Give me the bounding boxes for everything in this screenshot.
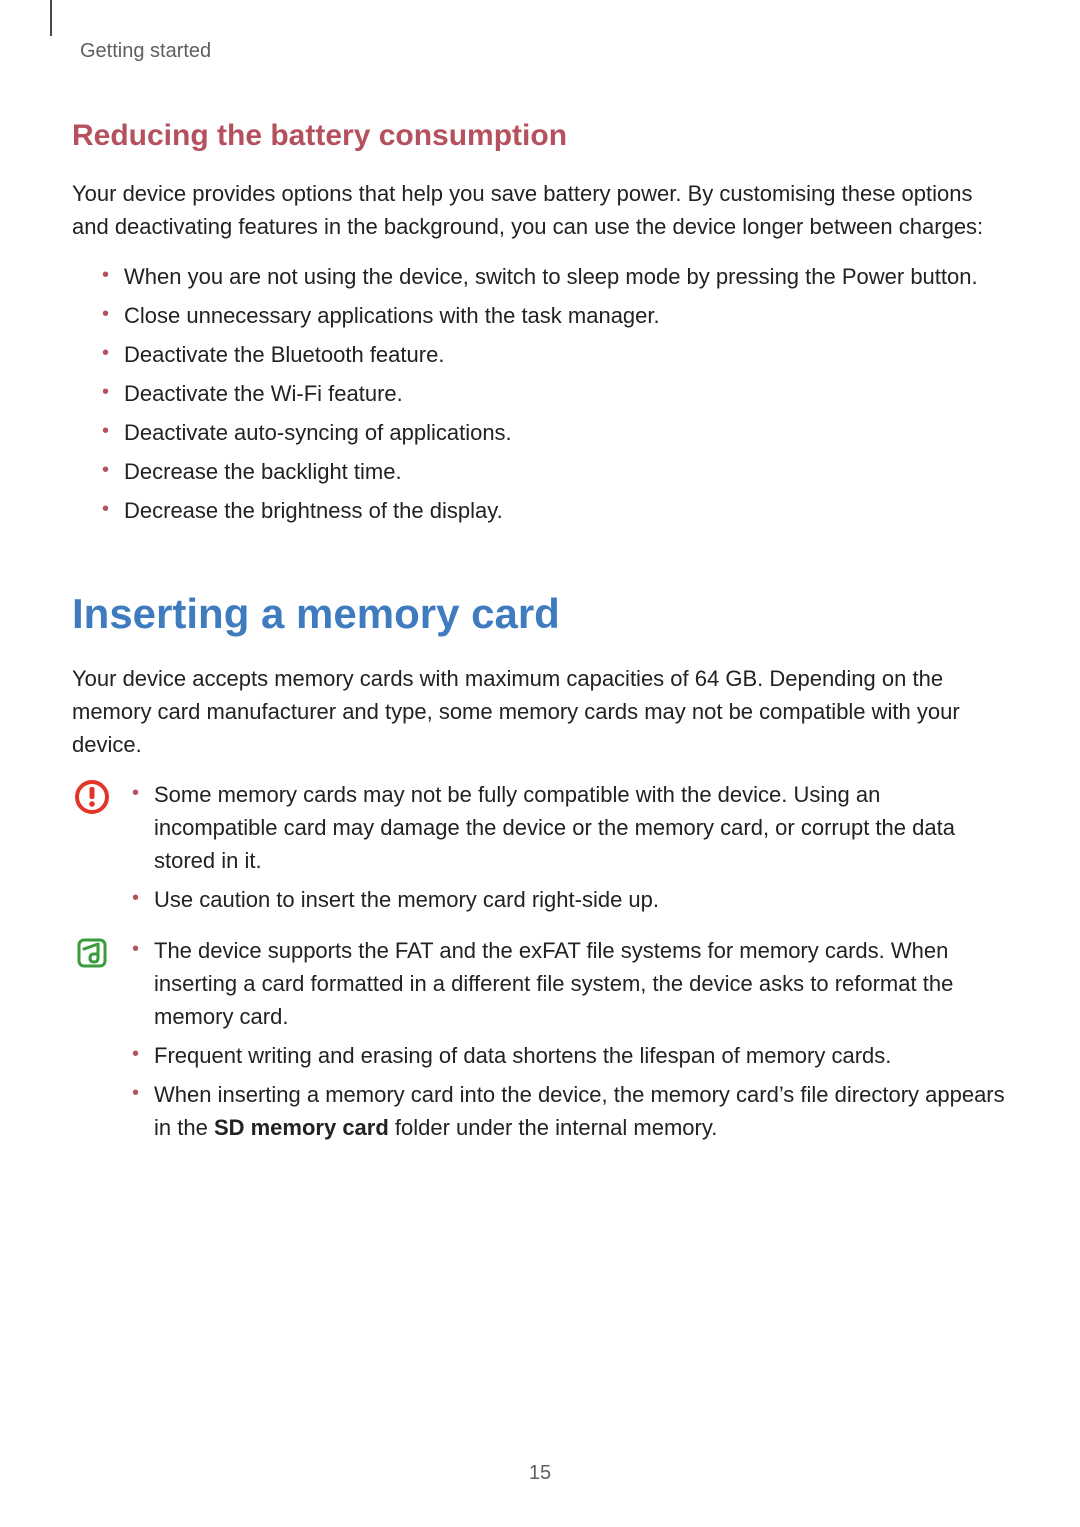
list-item: Frequent writing and erasing of data sho… <box>132 1036 1008 1075</box>
margin-tick <box>50 0 52 36</box>
heading-memory-card: Inserting a memory card <box>72 590 1008 638</box>
list-item: When you are not using the device, switc… <box>102 257 1008 296</box>
breadcrumb: Getting started <box>80 40 1008 63</box>
intro-battery: Your device provides options that help y… <box>72 177 1008 243</box>
list-item: Deactivate auto-syncing of applications. <box>102 413 1008 452</box>
list-item: Deactivate the Wi-Fi feature. <box>102 374 1008 413</box>
list-item: Close unnecessary applications with the … <box>102 296 1008 335</box>
note-icon <box>74 935 110 1147</box>
list-item: The device supports the FAT and the exFA… <box>132 931 1008 1036</box>
note-callout: The device supports the FAT and the exFA… <box>72 931 1008 1147</box>
list-item: Decrease the brightness of the display. <box>102 491 1008 530</box>
note-text-suffix: folder under the internal memory. <box>389 1115 718 1140</box>
list-item: Use caution to insert the memory card ri… <box>132 880 1008 919</box>
note-text-bold: SD memory card <box>214 1115 389 1140</box>
list-item: When inserting a memory card into the de… <box>132 1075 1008 1147</box>
list-item: Some memory cards may not be fully compa… <box>132 775 1008 880</box>
list-item: Decrease the backlight time. <box>102 452 1008 491</box>
heading-battery: Reducing the battery consumption <box>72 119 1008 153</box>
page-body: Getting started Reducing the battery con… <box>0 0 1080 1147</box>
intro-memory-card: Your device accepts memory cards with ma… <box>72 662 1008 761</box>
list-item: Deactivate the Bluetooth feature. <box>102 335 1008 374</box>
battery-tips-list: When you are not using the device, switc… <box>72 257 1008 530</box>
warning-callout: Some memory cards may not be fully compa… <box>72 775 1008 919</box>
note-list: The device supports the FAT and the exFA… <box>132 931 1008 1147</box>
page-number: 15 <box>0 1462 1080 1485</box>
warning-list: Some memory cards may not be fully compa… <box>132 775 1008 919</box>
warning-icon <box>74 779 110 919</box>
